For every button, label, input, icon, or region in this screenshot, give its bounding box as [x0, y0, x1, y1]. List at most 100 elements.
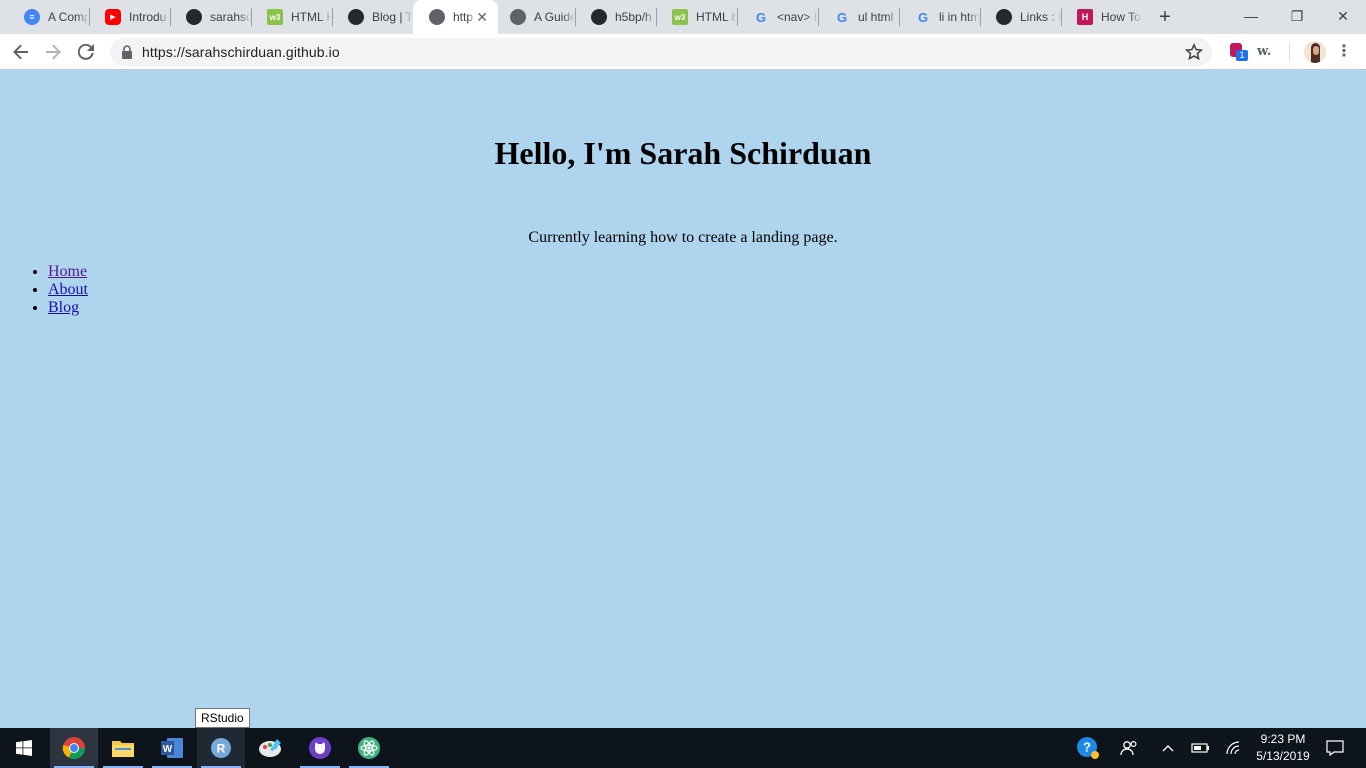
page-content: Hello, I'm Sarah Schirduan Currently lea…: [0, 71, 1366, 728]
taskbar-clock[interactable]: 9:23 PM 5/13/2019: [1240, 731, 1326, 765]
lock-icon: [122, 45, 132, 59]
tab-label: li in htm: [939, 10, 980, 24]
taskbar-chrome[interactable]: [50, 728, 98, 768]
tab-label: A Comp: [48, 10, 89, 24]
close-tab-icon[interactable]: ✕: [476, 9, 488, 25]
tab-8[interactable]: w3 HTML b: [656, 0, 737, 34]
clock-date: 5/13/2019: [1256, 749, 1310, 763]
extension-badge-icon[interactable]: 1: [1228, 42, 1248, 62]
people-icon: [1120, 740, 1137, 756]
tab-label: HTML H: [291, 10, 332, 24]
bookmark-star-icon[interactable]: [1185, 43, 1203, 61]
tab-label: sarahsc: [210, 10, 251, 24]
profile-avatar[interactable]: [1304, 41, 1326, 63]
tab-label: How To: [1101, 10, 1141, 24]
back-arrow-icon: [13, 44, 28, 60]
battery-icon: [1191, 743, 1209, 753]
tab-5[interactable]: http ✕: [413, 0, 498, 34]
atom-icon: [358, 737, 380, 759]
github-icon: [186, 9, 202, 25]
nav-item-home: Home: [48, 263, 88, 281]
windows-logo-icon: [16, 740, 32, 756]
hackernoon-icon: H: [1077, 9, 1093, 25]
tab-7[interactable]: h5bp/h: [575, 0, 656, 34]
tab-label: <nav> I: [777, 10, 818, 24]
svg-text:?: ?: [1083, 740, 1091, 755]
taskbar-word[interactable]: W: [148, 728, 196, 768]
tab-2[interactable]: sarahsc: [170, 0, 251, 34]
start-button[interactable]: [0, 728, 48, 768]
battery-tray-icon[interactable]: [1188, 728, 1214, 768]
chrome-menu-icon[interactable]: ⋮: [1336, 42, 1352, 62]
taskbar-atom[interactable]: [345, 728, 393, 768]
tab-12[interactable]: Links : H: [980, 0, 1061, 34]
paint-icon: [259, 739, 281, 757]
browser-toolbar: https://sarahschirduan.github.io 1 w. ⋮: [0, 34, 1366, 70]
github-desktop-icon: [309, 737, 331, 759]
word-icon: W: [161, 738, 183, 758]
google-icon: G: [755, 9, 767, 25]
google-docs-icon: ≡: [24, 9, 40, 25]
forward-button[interactable]: [41, 40, 65, 64]
reload-button[interactable]: [74, 40, 98, 64]
tab-label: Links : H: [1020, 10, 1061, 24]
tab-strip: ≡ A Comp ▶ Introdu sarahsc w3 HTML H Blog | Tht…: [0, 0, 1366, 34]
forward-arrow-icon: [46, 44, 61, 60]
tab-9[interactable]: G <nav> I: [737, 0, 818, 34]
nav-link-home[interactable]: Home: [48, 263, 87, 280]
tab-label: A Guide: [534, 10, 575, 24]
toolbar-divider: [1289, 44, 1290, 60]
svg-text:R: R: [217, 742, 226, 756]
nav-item-blog: Blog: [48, 299, 88, 317]
globe-icon: [510, 9, 526, 25]
help-tray-icon[interactable]: ?: [1072, 728, 1104, 768]
nav-link-about[interactable]: About: [48, 281, 88, 298]
extension-badge-count: 1: [1236, 50, 1248, 61]
tab-10[interactable]: Gul html: [818, 0, 899, 34]
tab-1[interactable]: ▶ Introdu: [89, 0, 170, 34]
tab-label: ul html: [858, 10, 894, 24]
windows-taskbar: W R ? 9:23 PM 5/13/2019: [0, 728, 1366, 768]
extension-w-icon[interactable]: w.: [1257, 42, 1281, 62]
file-explorer-icon: [112, 741, 134, 757]
help-icon: ?: [1077, 737, 1099, 759]
youtube-icon: ▶: [105, 9, 121, 25]
github-icon: [591, 9, 607, 25]
w3schools-icon: w3: [672, 9, 688, 25]
tab-4[interactable]: Blog | T: [332, 0, 413, 34]
taskbar-file-explorer[interactable]: [99, 728, 147, 768]
tab-label: HTML b: [696, 10, 737, 24]
tab-label: h5bp/h: [615, 10, 652, 24]
tab-13[interactable]: H How To: [1061, 0, 1142, 34]
taskbar-rstudio[interactable]: R: [197, 728, 245, 768]
people-tray-icon[interactable]: [1114, 728, 1144, 768]
action-center-button[interactable]: [1320, 728, 1350, 768]
diamond-logo-icon: [996, 9, 1012, 25]
tab-label: Introdu: [129, 10, 167, 24]
taskbar-github-desktop[interactable]: [296, 728, 344, 768]
rstudio-icon: R: [211, 738, 231, 758]
back-button[interactable]: [9, 40, 33, 64]
google-icon: G: [836, 9, 848, 25]
show-hidden-icons-button[interactable]: [1156, 728, 1180, 768]
svg-text:W: W: [163, 744, 173, 755]
tab-3[interactable]: w3 HTML H: [251, 0, 332, 34]
chevron-up-icon: [1162, 745, 1174, 752]
new-tab-button[interactable]: +: [1156, 7, 1174, 27]
minimize-button[interactable]: —: [1228, 4, 1274, 28]
nav-item-about: About: [48, 281, 88, 299]
close-window-button[interactable]: ✕: [1320, 4, 1366, 28]
page-lead-text: Currently learning how to create a landi…: [528, 229, 838, 246]
url-text[interactable]: https://sarahschirduan.github.io: [142, 44, 340, 60]
tab-0[interactable]: ≡ A Comp: [8, 0, 89, 34]
nav-link-blog[interactable]: Blog: [48, 299, 79, 316]
restore-button[interactable]: ❐: [1274, 4, 1320, 28]
globe-icon: [429, 9, 445, 25]
tab-11[interactable]: Gli in htm: [899, 0, 980, 34]
taskbar-paint[interactable]: [246, 728, 294, 768]
address-bar[interactable]: https://sarahschirduan.github.io: [110, 38, 1212, 66]
reload-icon: [78, 44, 94, 60]
w3schools-icon: w3: [267, 9, 283, 25]
page-title: Hello, I'm Sarah Schirduan: [494, 135, 872, 171]
tab-6[interactable]: A Guide: [494, 0, 575, 34]
